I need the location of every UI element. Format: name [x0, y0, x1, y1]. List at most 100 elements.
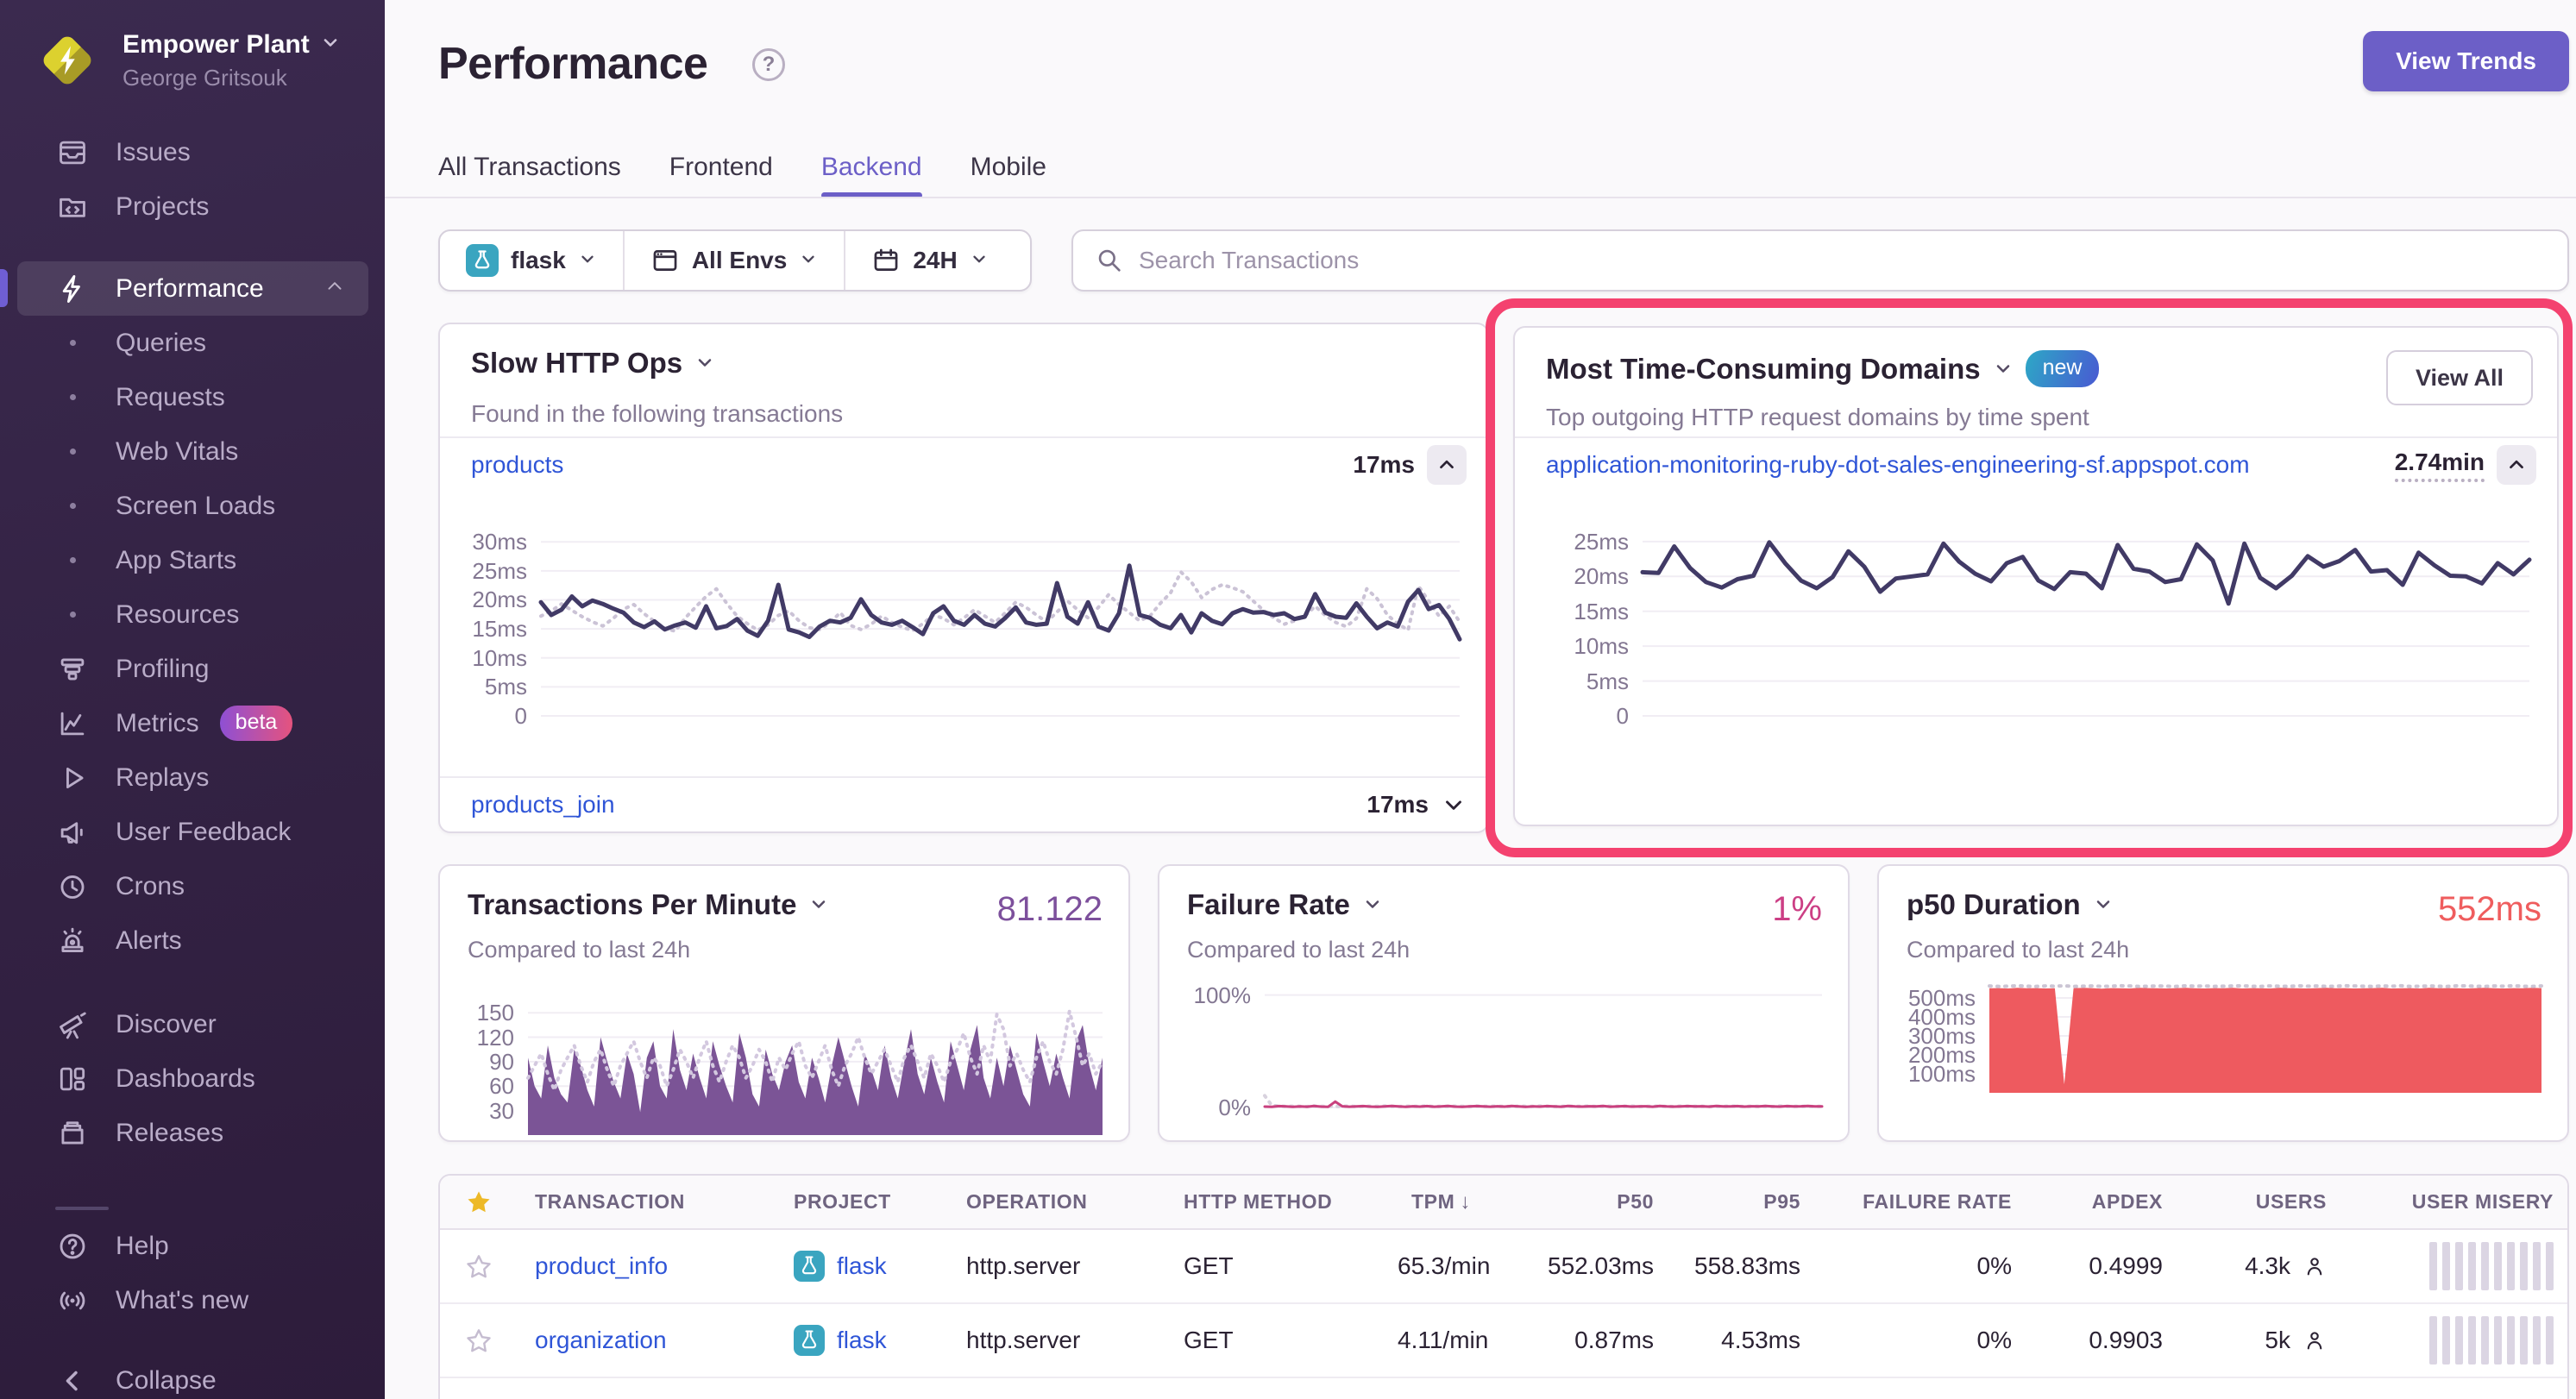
project-link[interactable]: flask	[837, 1327, 887, 1354]
transaction-link[interactable]: organization	[535, 1327, 667, 1353]
sidebar-item-releases[interactable]: Releases	[17, 1106, 368, 1160]
products-join-link[interactable]: products_join	[471, 791, 615, 819]
chevron-down-icon	[320, 30, 341, 60]
environment-filter[interactable]: All Envs	[623, 231, 844, 290]
sidebar-item-dashboards[interactable]: Dashboards	[17, 1051, 368, 1106]
card-title[interactable]: Transactions Per Minute	[468, 888, 829, 921]
column-header-favorite[interactable]	[440, 1176, 518, 1229]
sidebar-nav: Issues Projects PerformanceQueriesRequests…	[0, 125, 385, 1327]
collapse-row-button[interactable]	[2497, 445, 2536, 485]
sidebar-divider	[55, 1207, 109, 1210]
products-link[interactable]: products	[471, 451, 563, 479]
failure-rate-chart: 100%0%	[1265, 978, 1822, 1107]
expand-row-button[interactable]	[1441, 792, 1467, 818]
tpm-card: Transactions Per Minute 81.122 Compared …	[438, 864, 1130, 1142]
search-transactions	[1071, 229, 2569, 292]
sidebar-collapse[interactable]: Collapse	[17, 1353, 368, 1399]
tab-frontend[interactable]: Frontend	[669, 136, 773, 198]
sidebar-item-metrics[interactable]: Metricsbeta	[17, 696, 368, 750]
org-switcher[interactable]: Empower Plant George Gritsouk	[35, 28, 341, 93]
domain-row: application-monitoring-ruby-dot-sales-en…	[1515, 436, 2557, 493]
collapse-row-button[interactable]	[1427, 445, 1467, 485]
project-link[interactable]: flask	[837, 1252, 887, 1280]
search-input[interactable]	[1139, 247, 2545, 274]
transaction-link[interactable]: product_info	[535, 1252, 668, 1279]
axis-tick-label: 30ms	[472, 528, 527, 555]
sidebar-item-user-feedback[interactable]: User Feedback	[17, 805, 368, 859]
sidebar-item-label: Projects	[116, 192, 209, 222]
column-header-http-method[interactable]: HTTP METHOD	[1166, 1176, 1380, 1229]
chevron-down-icon	[1362, 888, 1383, 921]
collapse-icon	[55, 1364, 90, 1398]
domain-link[interactable]: application-monitoring-ruby-dot-sales-en…	[1546, 451, 2250, 479]
time-spent-value[interactable]: 2.74min	[2395, 449, 2485, 482]
bullet-icon	[55, 340, 90, 346]
chevron-down-icon	[970, 247, 989, 274]
sidebar-item-issues[interactable]: Issues	[17, 125, 368, 179]
apdex-value: 0.4999	[2089, 1252, 2163, 1279]
axis-tick-label: 15ms	[472, 615, 527, 643]
sidebar-item-alerts[interactable]: Alerts	[17, 913, 368, 968]
sidebar-item-resources[interactable]: Resources	[17, 587, 368, 642]
card-title[interactable]: Slow HTTP Ops	[471, 347, 715, 380]
card-title[interactable]: Failure Rate	[1187, 888, 1383, 921]
date-range-filter[interactable]: 24H	[844, 231, 1014, 290]
star-outline-icon[interactable]	[465, 1327, 493, 1355]
star-icon[interactable]	[465, 1189, 493, 1216]
table-row: organizationflaskhttp.serverGET4.11/min0…	[440, 1303, 2569, 1377]
slow-http-ops-card: Slow HTTP Ops Found in the following tra…	[438, 323, 1489, 833]
org-name: Empower Plant	[123, 30, 310, 60]
tpm-value: 65.3/min	[1398, 1252, 1490, 1279]
view-all-button[interactable]: View All	[2386, 350, 2533, 405]
sort-desc-icon: ↓	[1460, 1190, 1471, 1214]
star-outline-icon[interactable]	[465, 1253, 493, 1281]
tab-all-transactions[interactable]: All Transactions	[438, 136, 621, 198]
column-header-tpm[interactable]: TPM↓	[1380, 1176, 1488, 1229]
column-header-apdex[interactable]: APDEX	[2029, 1176, 2180, 1229]
sidebar-item-label: Web Vitals	[116, 437, 238, 467]
project-filter[interactable]: flask	[440, 231, 623, 290]
domains-chart: 25ms20ms15ms10ms5ms0	[1643, 519, 2529, 716]
question-circle-icon[interactable]: ?	[752, 48, 785, 81]
card-subtitle: Compared to last 24h	[1187, 937, 1410, 963]
sidebar-item-requests[interactable]: Requests	[17, 370, 368, 424]
column-header-failure-rate[interactable]: FAILURE RATE	[1818, 1176, 2029, 1229]
sidebar-item-crons[interactable]: Crons	[17, 859, 368, 913]
axis-tick-label: 60	[489, 1072, 514, 1100]
column-header-project[interactable]: PROJECT	[776, 1176, 949, 1229]
card-subtitle: Found in the following transactions	[471, 400, 843, 428]
card-title[interactable]: p50 Duration	[1907, 888, 2114, 921]
column-header-p95[interactable]: P95	[1671, 1176, 1818, 1229]
discover-icon	[55, 1007, 90, 1042]
sidebar-item-discover[interactable]: Discover	[17, 997, 368, 1051]
org-user: George Gritsouk	[123, 65, 341, 91]
flask-project-icon	[794, 1325, 825, 1356]
series-previous-period	[1989, 986, 2541, 987]
sidebar-item-queries[interactable]: Queries	[17, 316, 368, 370]
card-title[interactable]: Most Time-Consuming Domains new	[1546, 350, 2099, 387]
column-header-transaction[interactable]: TRANSACTION	[518, 1176, 776, 1229]
failure-rate-value: 1%	[1772, 890, 1822, 929]
tpm-chart: 150120906030	[528, 1001, 1103, 1135]
column-header-p50[interactable]: P50	[1488, 1176, 1671, 1229]
flask-project-icon	[466, 244, 499, 277]
column-header-users[interactable]: USERS	[2180, 1176, 2344, 1229]
sidebar-item-screen-loads[interactable]: Screen Loads	[17, 479, 368, 533]
sidebar-item-profiling[interactable]: Profiling	[17, 642, 368, 696]
sidebar-item-help[interactable]: Help	[17, 1219, 368, 1273]
sidebar-item-performance[interactable]: Performance	[17, 261, 368, 316]
chevron-up-icon	[324, 275, 346, 302]
sidebar-item-replays[interactable]: Replays	[17, 750, 368, 805]
user-misery-bars	[2361, 1242, 2554, 1290]
sidebar-item-projects[interactable]: Projects	[17, 179, 368, 234]
column-header-operation[interactable]: OPERATION	[949, 1176, 1166, 1229]
sidebar-item-web-vitals[interactable]: Web Vitals	[17, 424, 368, 479]
tab-mobile[interactable]: Mobile	[971, 136, 1046, 198]
sidebar-item-app-starts[interactable]: App Starts	[17, 533, 368, 587]
column-header-user-misery[interactable]: USER MISERY	[2344, 1176, 2569, 1229]
view-trends-button[interactable]: View Trends	[2363, 31, 2569, 91]
sidebar-item-whats-new[interactable]: What's new	[17, 1273, 368, 1327]
sidebar-item-label: Help	[116, 1232, 169, 1261]
bullet-icon	[55, 449, 90, 455]
tab-backend[interactable]: Backend	[821, 136, 922, 198]
